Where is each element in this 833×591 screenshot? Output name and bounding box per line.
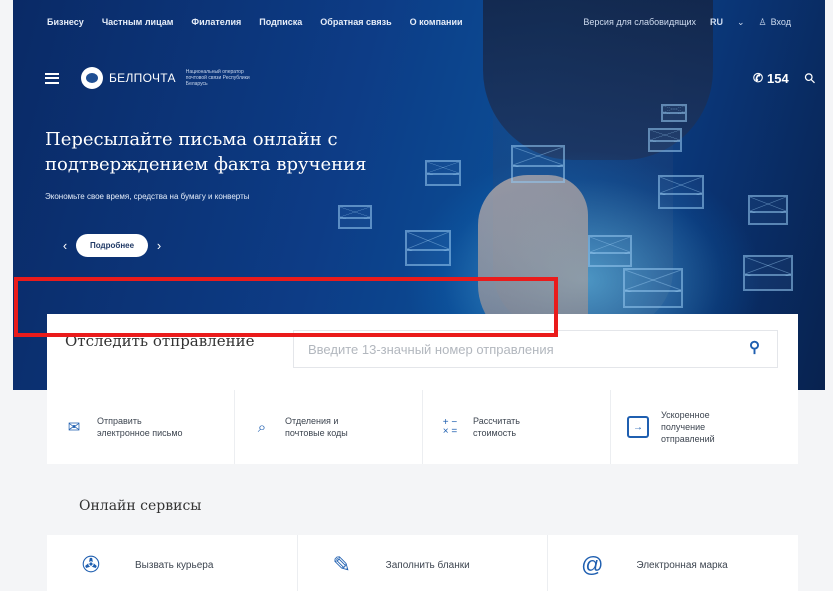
quick-label-line: электронное письмо [97, 428, 183, 438]
hero-next-arrow[interactable]: › [152, 238, 166, 253]
quick-label-line: почтовые коды [285, 428, 348, 438]
accessibility-link[interactable]: Версия для слабовидящих [583, 17, 696, 27]
quick-label-line: отправлений [661, 434, 715, 444]
topbar-link-philately[interactable]: Филателия [191, 17, 241, 27]
logo-subtitle: Национальный оператор почтовой связи Рес… [185, 69, 250, 87]
online-e-stamp[interactable]: @ Электронная марка [548, 535, 799, 591]
quick-label-line: Отделения и [285, 416, 339, 426]
online-label: Вызвать курьера [135, 559, 214, 571]
language-selector[interactable]: RU [710, 17, 723, 27]
user-icon[interactable]: ♙ [759, 17, 767, 28]
online-label: Электронная марка [636, 559, 728, 571]
topbar-link-subscription[interactable]: Подписка [259, 17, 302, 27]
online-label: Заполнить бланки [385, 559, 470, 571]
online-services-title: Онлайн сервисы [79, 498, 202, 514]
topbar-link-feedback[interactable]: Обратная связь [320, 17, 391, 27]
courier-icon: ✇ [81, 552, 101, 577]
arrow-in-icon: → [627, 416, 649, 438]
quick-offices-codes[interactable]: ⌕ Отделения и почтовые коды [235, 390, 423, 464]
envelope-icon [648, 128, 682, 152]
more-button[interactable]: Подробнее [76, 234, 149, 257]
calculator-icon: + − × = [442, 417, 458, 437]
logo-name: БЕЛПОЧТА [109, 71, 176, 85]
quick-label-line: Ускоренное [661, 410, 710, 420]
envelope-icon [623, 268, 683, 308]
phone-value: 154 [767, 70, 789, 86]
envelope-icon [748, 195, 788, 225]
online-forms[interactable]: ✎ Заполнить бланки [297, 535, 549, 591]
quick-label-line: получение [661, 422, 706, 432]
menu-icon[interactable] [45, 72, 59, 84]
hero-title: Пересылайте письма онлайн с подтверждени… [45, 129, 367, 175]
online-courier[interactable]: ✇ Вызвать курьера [47, 535, 298, 591]
envelope-icon [588, 235, 632, 267]
envelope-icon [661, 104, 687, 122]
envelope-icon [511, 145, 565, 183]
quick-calculate-cost[interactable]: + − × = Рассчитать стоимость [423, 390, 611, 464]
site-header: БЕЛПОЧТА Национальный оператор почтовой … [45, 58, 819, 98]
topbar-link-individuals[interactable]: Частным лицам [102, 17, 174, 27]
highlight-box [14, 277, 558, 337]
online-services: ✇ Вызвать курьера ✎ Заполнить бланки @ Э… [47, 535, 799, 591]
edit-form-icon: ✎ [332, 552, 351, 577]
track-search-icon[interactable]: ⚲ [749, 338, 760, 356]
quick-services: ✉ Отправить электронное письмо ⌕ Отделен… [47, 390, 798, 464]
globe-mail-icon: ✉ [67, 419, 81, 436]
at-sign-icon: @ [581, 552, 604, 577]
quick-label-line: стоимость [473, 428, 517, 438]
phone-icon: ✆ [752, 71, 764, 85]
hero-prev-arrow[interactable]: ‹ [58, 238, 72, 253]
envelope-icon [743, 255, 793, 291]
top-utility-bar: Бизнесу Частным лицам Филателия Подписка… [13, 0, 825, 44]
quick-fast-receipt[interactable]: → Ускоренное получение отправлений [611, 390, 798, 464]
quick-label-line: Рассчитать [473, 416, 520, 426]
topbar-link-business[interactable]: Бизнесу [47, 17, 84, 27]
topbar-link-about[interactable]: О компании [410, 17, 463, 27]
envelope-icon [405, 230, 451, 266]
map-search-icon: ⌕ [257, 418, 267, 436]
chevron-down-icon[interactable]: ⌄ [737, 17, 745, 28]
hero-subtitle: Экономьте свое время, средства на бумагу… [45, 192, 250, 201]
envelope-icon [425, 160, 461, 186]
quick-label-line: Отправить [97, 416, 142, 426]
phone-number[interactable]: ✆ 154 [753, 71, 789, 86]
envelope-icon [338, 205, 372, 229]
login-link[interactable]: Вход [771, 17, 791, 27]
quick-send-email[interactable]: ✉ Отправить электронное письмо [47, 390, 235, 464]
logo[interactable]: БЕЛПОЧТА Национальный оператор почтовой … [81, 67, 266, 89]
hero-controls: ‹ Подробнее › [58, 234, 166, 257]
belpochta-logo-icon [81, 67, 103, 89]
topbar-right: Версия для слабовидящих RU ⌄ ♙ Вход [569, 17, 791, 28]
envelope-icon [658, 175, 704, 209]
